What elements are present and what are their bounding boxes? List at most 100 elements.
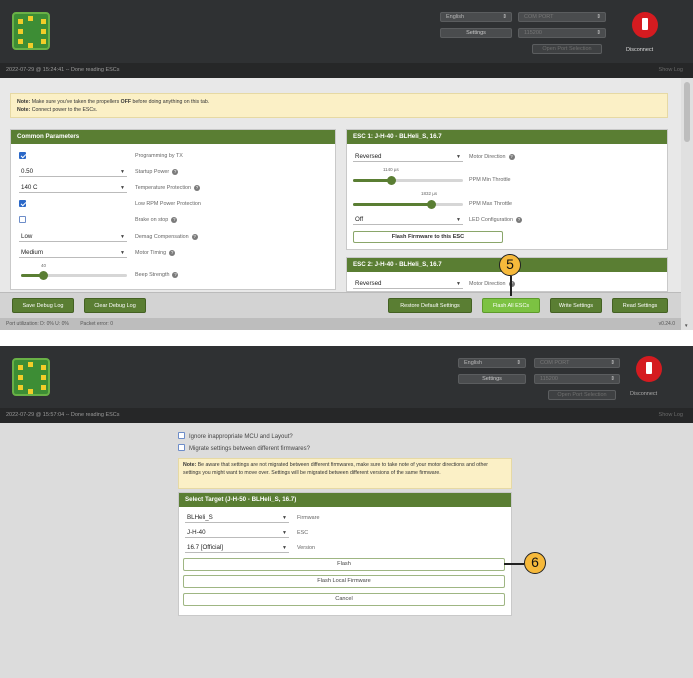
low-rpm-protection-row: Low RPM Power Protection [11,199,335,210]
settings-button[interactable]: Settings [458,374,526,384]
callout-5-line [510,276,512,296]
esc-2-motor-direction-select[interactable]: Reversed ▼ [353,279,463,289]
callout-5: 5 [499,254,521,276]
flash-all-escs-button[interactable]: Flash All ESCs [482,298,540,313]
callout-6: 6 [524,552,546,574]
firmware-select[interactable]: BLHeli_S ▼ [185,513,289,523]
app-version: v0.24.0 [658,321,675,327]
log-message: 2022-07-29 @ 15:24:41 -- Done reading ES… [6,67,120,73]
language-select[interactable]: English ⇕ [440,12,512,22]
action-footer: Save Debug Log Clear Debug Log Restore D… [0,292,681,318]
row-label: Low RPM Power Protection [135,201,201,207]
log-bar: 2022-07-29 @ 15:57:04 -- Done reading ES… [0,408,693,423]
row-label: Demag Compensation? [135,233,198,240]
language-select[interactable]: English ⇕ [458,358,526,368]
packet-error: Packet error: 0 [80,321,113,327]
help-icon[interactable]: ? [516,216,523,223]
low-rpm-protection-checkbox[interactable] [19,200,26,207]
migrate-settings-checkbox[interactable] [178,443,185,451]
version-select[interactable]: 16.7 [Official] ▼ [185,543,289,553]
baud-select[interactable]: 115200 ⇕ [518,28,606,38]
temperature-protection-select[interactable]: 140 C ▼ [19,183,127,193]
row-label: Motor Direction? [469,280,515,287]
programming-by-tx-checkbox[interactable] [19,152,26,159]
beep-strength-slider[interactable] [21,271,127,280]
beep-strength-value: 40 [41,263,47,268]
port-select[interactable]: COM PORT ⇕ [534,358,620,368]
log-bar: 2022-07-29 @ 15:24:41 -- Done reading ES… [0,63,693,78]
settings-button[interactable]: Settings [440,28,512,38]
migrate-settings-row: Migrate settings between different firmw… [178,443,310,454]
row-label: Firmware [297,515,320,521]
select-target-panel: Select Target (J-H-50 - BLHeli_S, 16.7) … [178,492,512,616]
esc-1-panel: ESC 1: J-H-40 - BLHeli_S, 16.7 Reversed ▼… [346,129,668,250]
help-icon[interactable]: ? [172,271,179,278]
help-icon[interactable]: ? [169,249,176,256]
clear-debug-log-button[interactable]: Clear Debug Log [84,298,146,313]
save-debug-log-button[interactable]: Save Debug Log [12,298,74,313]
usb-disconnect-icon[interactable] [632,12,658,38]
show-log-link[interactable]: Show Log [659,63,683,78]
ignore-mcu-layout-checkbox[interactable] [178,431,185,439]
chip-logo-icon [12,12,50,50]
row-label: Startup Power? [135,168,179,175]
row-label: Motor Timing? [135,249,176,256]
disconnect-label: Disconnect [626,47,654,53]
row-label: LED Configuration? [469,216,523,223]
row-label: Motor Direction? [469,153,515,160]
port-select[interactable]: COM PORT ⇕ [518,12,606,22]
esc-configurator-main-view: English ⇕ COM PORT ⇕ Settings 115200 ⇕ Open… [0,0,693,330]
brake-on-stop-checkbox[interactable] [19,216,26,223]
chip-logo-icon [12,358,50,396]
help-icon[interactable]: ? [191,233,198,240]
restore-default-settings-button[interactable]: Restore Default Settings [388,298,472,313]
row-label: PPM Min Throttle [469,177,511,183]
cancel-button[interactable]: Cancel [183,593,505,606]
ppm-max-throttle-slider[interactable] [353,200,463,209]
baud-select[interactable]: 115200 ⇕ [534,374,620,384]
common-parameters-panel: Common Parameters Programming by TX 0.50… [10,129,336,290]
panel-title: Select Target (J-H-50 - BLHeli_S, 16.7) [179,493,511,507]
show-log-link[interactable]: Show Log [659,408,683,423]
disconnect-label: Disconnect [630,391,658,397]
callout-6-line [504,563,524,565]
motor-timing-select[interactable]: Medium ▼ [19,248,127,258]
usb-disconnect-icon[interactable] [636,356,662,382]
row-label: ESC [297,530,309,536]
flash-esc-1-button[interactable]: Flash Firmware to this ESC [353,231,503,243]
read-settings-button[interactable]: Read Settings [612,298,668,313]
temperature-protection-row: 140 C ▼ Temperature Protection? [11,183,335,194]
esc-1-motor-direction-select[interactable]: Reversed ▼ [353,152,463,162]
ppm-min-throttle-slider[interactable] [353,176,463,185]
esc-select[interactable]: J-H-40 ▼ [185,528,289,538]
programming-by-tx-row: Programming by TX [11,151,335,162]
ppm-max-value: 1832 µs [421,191,438,196]
row-label: Beep Strength? [135,271,179,278]
help-icon[interactable]: ? [194,184,201,191]
flash-button[interactable]: Flash [183,558,505,571]
esc-1-led-select[interactable]: Off ▼ [353,215,463,225]
beep-strength-row: 40 Beep Strength? [11,263,335,283]
row-label: Temperature Protection? [135,184,201,191]
row-label: PPM Max Throttle [469,201,513,207]
port-utilization: Port utilization: D: 0% U: 0% [6,321,69,327]
row-label: Version [297,545,315,551]
open-port-selection-button[interactable]: Open Port Selection [548,390,616,400]
app-header: English ⇕ COM PORT ⇕ Settings 115200 ⇕ Open… [0,346,693,408]
demag-compensation-row: Low ▼ Demag Compensation? [11,232,335,243]
help-icon[interactable]: ? [508,153,515,160]
row-label: Programming by TX [135,153,183,159]
panel-title: ESC 1: J-H-40 - BLHeli_S, 16.7 [347,130,667,144]
ignore-mcu-layout-row: Ignore inappropriate MCU and Layout? [178,431,293,442]
help-icon[interactable]: ? [172,168,179,175]
startup-power-select[interactable]: 0.50 ▼ [19,167,127,177]
motor-timing-row: Medium ▼ Motor Timing? [11,248,335,259]
scrollbar[interactable]: ▼ [681,78,693,330]
flash-local-firmware-button[interactable]: Flash Local Firmware [183,575,505,588]
ppm-min-value: 1140 µs [383,167,399,172]
write-settings-button[interactable]: Write Settings [550,298,602,313]
open-port-selection-button[interactable]: Open Port Selection [532,44,602,54]
demag-compensation-select[interactable]: Low ▼ [19,232,127,242]
log-message: 2022-07-29 @ 15:57:04 -- Done reading ES… [6,412,120,418]
help-icon[interactable]: ? [171,216,178,223]
